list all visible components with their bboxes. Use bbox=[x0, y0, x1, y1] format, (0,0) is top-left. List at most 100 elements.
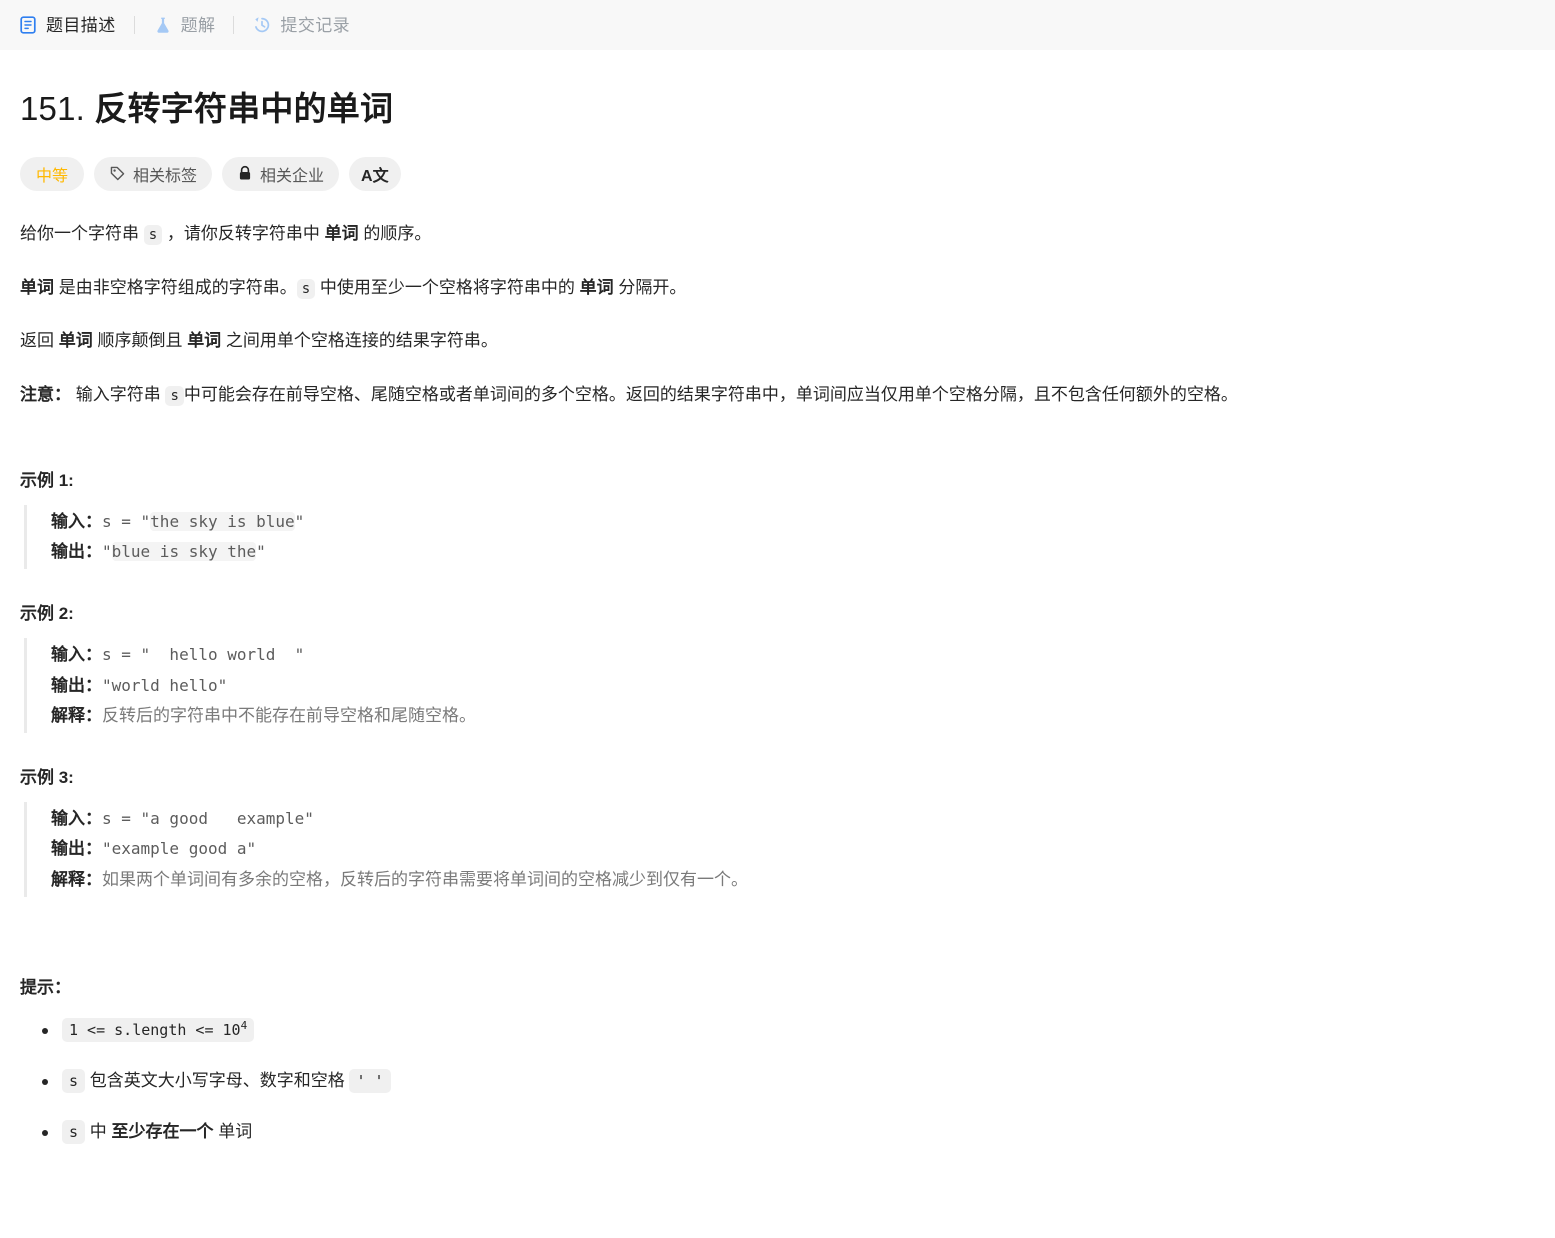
related-topics-button[interactable]: 相关标签 bbox=[94, 156, 213, 191]
output-label: 输出： bbox=[51, 675, 102, 695]
example-3-input: 输入：s = "a good example" bbox=[51, 804, 1535, 834]
constraint-word-bold: 至少存在一个 bbox=[111, 1121, 214, 1141]
list-item: s 中 至少存在一个 单词 bbox=[42, 1118, 1535, 1147]
p2-a: 是由非空格字符组成的字符串。 bbox=[54, 277, 297, 297]
description-note: 注意： 输入字符串 s 中可能会存在前导空格、尾随空格或者单词间的多个空格。返回的… bbox=[20, 380, 1535, 410]
problem-content: 151. 反转字符串中的单词 中等 相关标签 相关企业 A文 给你一个字符串 s… bbox=[0, 88, 1555, 1147]
input-prefix: s = " bbox=[102, 511, 151, 531]
example-2-title: 示例 2: bbox=[20, 604, 74, 624]
constraint-word-text-a: 中 bbox=[85, 1121, 112, 1141]
output-label: 输出： bbox=[51, 542, 102, 562]
explanation-label: 解释： bbox=[51, 705, 102, 725]
example-1-title: 示例 1: bbox=[20, 470, 74, 490]
lock-icon bbox=[237, 165, 253, 182]
problem-title-text: 反转字符串中的单词 bbox=[94, 90, 394, 127]
explanation-text: 如果两个单词间有多余的空格，反转后的字符串需要将单词间的空格减少到仅有一个。 bbox=[102, 869, 748, 889]
example-1-output: 输出："blue is sky the" bbox=[51, 537, 1535, 567]
output-value: "example good a" bbox=[102, 839, 257, 859]
page-title: 151. 反转字符串中的单词 bbox=[20, 88, 1535, 131]
p3-b: 顺序颠倒且 bbox=[92, 331, 188, 351]
tab-description-label: 题目描述 bbox=[46, 15, 116, 35]
input-value: s = " hello world " bbox=[102, 645, 305, 665]
constraint-length-code: 1 <= s.length <= 104 bbox=[62, 1017, 255, 1042]
p3-c: 之间用单个空格连接的结果字符串。 bbox=[221, 331, 498, 351]
constraint-charset-text: 包含英文大小写字母、数字和空格 bbox=[85, 1070, 350, 1090]
problem-tabbar: 题目描述 题解 提交记录 bbox=[0, 0, 1555, 50]
problem-number: 151. bbox=[20, 90, 86, 127]
translate-button[interactable]: A文 bbox=[349, 156, 401, 191]
description-paragraph-2: 单词 是由非空格字符组成的字符串。 s 中使用至少一个空格将字符串中的 单词 分隔… bbox=[20, 273, 1535, 303]
example-3-explanation: 解释：如果两个单词间有多余的空格，反转后的字符串需要将单词间的空格减少到仅有一个… bbox=[51, 865, 1535, 895]
output-prefix: " bbox=[102, 542, 112, 562]
constraint-length-text: 1 <= s.length <= 10 bbox=[69, 1020, 241, 1039]
input-label: 输入： bbox=[51, 511, 102, 531]
translate-icon: A文 bbox=[361, 167, 389, 185]
p2-b: 中使用至少一个空格将字符串中的 bbox=[315, 277, 580, 297]
example-3-output: 输出："example good a" bbox=[51, 834, 1535, 864]
explanation-text: 反转后的字符串中不能存在前导空格和尾随空格。 bbox=[102, 705, 476, 725]
input-suffix: " bbox=[294, 511, 305, 531]
list-item: 1 <= s.length <= 104 bbox=[42, 1016, 1535, 1045]
description-paragraph-1: 给你一个字符串 s ，请你反转字符串中 单词 的顺序。 bbox=[20, 219, 1535, 249]
output-suffix: " bbox=[256, 542, 266, 562]
inline-code-s: s bbox=[62, 1068, 86, 1093]
inline-code-s: s bbox=[143, 224, 163, 245]
output-value: blue is sky the bbox=[111, 542, 257, 562]
explanation-label: 解释： bbox=[51, 869, 102, 889]
list-item: s 包含英文大小写字母、数字和空格 ' ' bbox=[42, 1067, 1535, 1096]
constraints-list: 1 <= s.length <= 104 s 包含英文大小写字母、数字和空格 '… bbox=[20, 1016, 1535, 1147]
difficulty-label: 中等 bbox=[36, 167, 69, 185]
flask-icon bbox=[153, 15, 173, 35]
note-b: 中可能会存在前导空格、尾随空格或者单词间的多个空格。返回的结果字符串中，单词间应… bbox=[183, 385, 1238, 405]
document-icon bbox=[18, 15, 38, 35]
example-2-explanation: 解释：反转后的字符串中不能存在前导空格和尾随空格。 bbox=[51, 701, 1535, 731]
p3-bold-word-2: 单词 bbox=[187, 331, 222, 351]
example-3-title: 示例 3: bbox=[20, 768, 74, 788]
note-label: 注意： bbox=[20, 385, 71, 405]
p2-c: 分隔开。 bbox=[613, 277, 687, 297]
input-label: 输入： bbox=[51, 645, 102, 665]
example-1-block: 输入：s = "the sky is blue" 输出："blue is sky… bbox=[24, 504, 1535, 570]
input-value: the sky is blue bbox=[150, 511, 295, 531]
tab-solution-label: 题解 bbox=[180, 15, 216, 35]
p1-a: 给你一个字符串 bbox=[20, 223, 144, 243]
inline-code-space: ' ' bbox=[349, 1068, 391, 1093]
p1-c: 的顺序。 bbox=[358, 223, 432, 243]
p2-bold-word-1: 单词 bbox=[20, 277, 54, 297]
description-paragraph-3: 返回 单词 顺序颠倒且 单词 之间用单个空格连接的结果字符串。 bbox=[20, 326, 1535, 356]
tab-separator-1 bbox=[133, 16, 135, 34]
tab-description[interactable]: 题目描述 bbox=[16, 11, 118, 39]
output-label: 输出： bbox=[51, 839, 102, 859]
inline-code-s: s bbox=[62, 1119, 86, 1144]
related-topics-label: 相关标签 bbox=[133, 167, 198, 185]
constraints-title: 提示： bbox=[20, 977, 71, 997]
example-3-block: 输入：s = "a good example" 输出："example good… bbox=[24, 802, 1535, 897]
tab-separator-2 bbox=[233, 16, 235, 34]
example-2-input: 输入：s = " hello world " bbox=[51, 640, 1535, 670]
constraint-length-exponent: 4 bbox=[240, 1018, 248, 1032]
history-icon bbox=[252, 15, 272, 35]
p1-bold-word: 单词 bbox=[324, 223, 359, 243]
status-badge[interactable]: 中等 bbox=[20, 156, 85, 191]
example-2-output: 输出："world hello" bbox=[51, 671, 1535, 701]
tab-solution[interactable]: 题解 bbox=[151, 11, 218, 39]
example-2-block: 输入：s = " hello world " 输出："world hello" … bbox=[24, 638, 1535, 734]
problem-meta-pills: 中等 相关标签 相关企业 A文 bbox=[20, 156, 1535, 191]
p3-a: 返回 bbox=[20, 331, 59, 351]
tab-submissions[interactable]: 提交记录 bbox=[250, 11, 352, 39]
input-label: 输入： bbox=[51, 809, 102, 829]
constraint-word-text-b: 单词 bbox=[213, 1121, 253, 1141]
related-companies-label: 相关企业 bbox=[260, 167, 325, 185]
note-a: 输入字符串 bbox=[71, 385, 166, 405]
tag-icon bbox=[109, 165, 126, 182]
example-1-input: 输入：s = "the sky is blue" bbox=[51, 507, 1535, 537]
inline-code-s: s bbox=[296, 278, 316, 299]
p2-bold-word-2: 单词 bbox=[579, 277, 614, 297]
tab-submissions-label: 提交记录 bbox=[280, 15, 351, 35]
related-companies-button[interactable]: 相关企业 bbox=[222, 156, 340, 191]
p1-b: ，请你反转字符串中 bbox=[162, 223, 325, 243]
input-value: s = "a good example" bbox=[102, 809, 314, 829]
p3-bold-word-1: 单词 bbox=[58, 331, 93, 351]
